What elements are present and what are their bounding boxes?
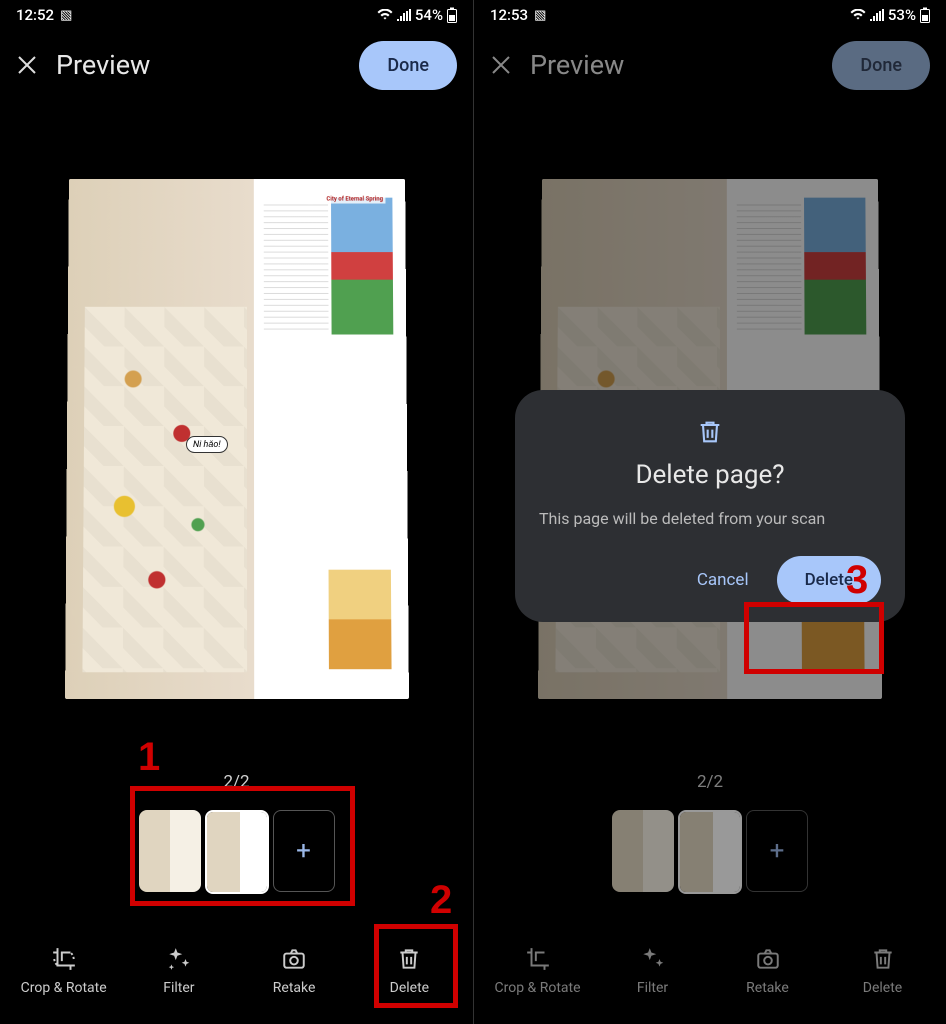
preview-header: Preview Done	[474, 30, 946, 100]
filter-button: Filter	[598, 946, 708, 996]
camera-icon	[755, 946, 781, 972]
status-bar: 12:52 ▧ 54%	[0, 0, 473, 30]
thumbnail-1[interactable]	[139, 810, 201, 892]
preview-header: Preview Done	[0, 30, 473, 100]
page-title: Preview	[56, 49, 150, 81]
camera-icon	[281, 946, 307, 972]
status-battery: 54%	[415, 6, 443, 24]
wifi-icon	[377, 9, 393, 21]
signal-icon	[397, 9, 411, 21]
delete-button[interactable]: Delete	[354, 946, 464, 996]
done-button[interactable]: Done	[832, 41, 930, 90]
crop-rotate-button[interactable]: Crop & Rotate	[9, 946, 119, 996]
retake-button[interactable]: Retake	[239, 946, 349, 996]
signal-icon	[870, 9, 884, 21]
phone-right: 12:53 ▧ 53% Preview Done	[473, 0, 946, 1024]
thumbnail-strip: +	[474, 810, 946, 929]
crop-rotate-icon	[525, 946, 551, 972]
add-page-button[interactable]: +	[273, 810, 335, 892]
screenshot-icon: ▧	[534, 8, 546, 23]
dialog-body: This page will be deleted from your scan	[539, 508, 881, 530]
done-button[interactable]: Done	[359, 41, 457, 90]
thumbnail-2	[678, 810, 742, 894]
status-time: 12:53	[490, 6, 528, 24]
filter-icon	[166, 946, 192, 972]
status-bar: 12:53 ▧ 53%	[474, 0, 946, 30]
retake-label: Retake	[746, 980, 789, 996]
delete-button: Delete	[828, 946, 938, 996]
filter-label: Filter	[163, 980, 194, 996]
retake-label: Retake	[273, 980, 316, 996]
delete-label: Delete	[390, 980, 429, 996]
thumbnail-2[interactable]	[205, 810, 269, 894]
phone-left: 12:52 ▧ 54% Preview Done	[0, 0, 473, 1024]
filter-icon	[640, 946, 666, 972]
trash-icon	[396, 946, 422, 972]
dialog-cancel-button[interactable]: Cancel	[681, 558, 765, 602]
crop-rotate-icon	[51, 946, 77, 972]
wifi-icon	[850, 9, 866, 21]
close-button[interactable]	[490, 54, 512, 76]
thumbnail-1	[612, 810, 674, 892]
add-page-button: +	[746, 810, 808, 892]
status-battery: 53%	[888, 6, 916, 24]
trash-icon	[870, 946, 896, 972]
retake-button: Retake	[713, 946, 823, 996]
book-badge: City of Eternal Spring	[324, 194, 385, 203]
close-button[interactable]	[16, 54, 38, 76]
battery-icon	[447, 7, 457, 23]
speech-bubble: Ni hǎo!	[185, 436, 227, 453]
page-counter: 2/2	[0, 762, 473, 810]
main-image-area: City of Eternal Spring Ni hǎo!	[0, 100, 473, 762]
crop-rotate-label: Crop & Rotate	[494, 980, 580, 996]
trash-icon	[696, 418, 724, 446]
page-counter: 2/2	[474, 762, 946, 810]
screenshot-icon: ▧	[60, 8, 72, 23]
dialog-title: Delete page?	[539, 460, 881, 490]
bottom-toolbar: Crop & Rotate Filter Retake Delete	[0, 929, 473, 1024]
dialog-delete-button[interactable]: Delete	[777, 556, 881, 604]
crop-rotate-button: Crop & Rotate	[483, 946, 593, 996]
page-title: Preview	[530, 49, 624, 81]
status-time: 12:52	[16, 6, 54, 24]
thumbnail-strip: +	[0, 810, 473, 929]
battery-icon	[920, 7, 930, 23]
scan-preview-image[interactable]: City of Eternal Spring Ni hǎo!	[65, 179, 409, 699]
crop-rotate-label: Crop & Rotate	[21, 980, 107, 996]
bottom-toolbar: Crop & Rotate Filter Retake Delete	[474, 929, 946, 1024]
delete-dialog: Delete page? This page will be deleted f…	[515, 390, 905, 622]
filter-label: Filter	[637, 980, 668, 996]
delete-label: Delete	[863, 980, 902, 996]
filter-button[interactable]: Filter	[124, 946, 234, 996]
